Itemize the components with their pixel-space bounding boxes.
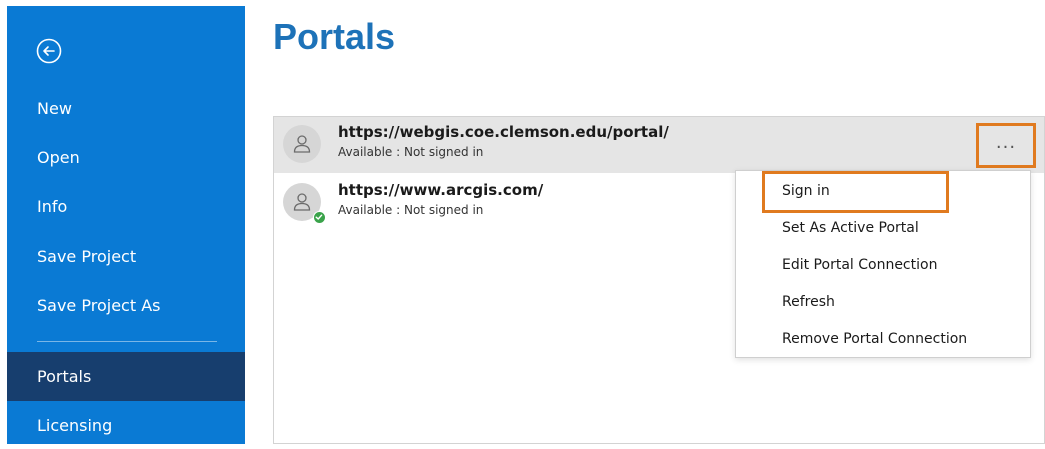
nav-item-portals[interactable]: Portals xyxy=(7,352,245,401)
menu-item-refresh[interactable]: Refresh xyxy=(736,284,1030,320)
menu-item-set-active-portal[interactable]: Set As Active Portal xyxy=(736,210,1030,246)
active-check-icon xyxy=(313,211,326,224)
nav-divider xyxy=(37,341,217,342)
portal-url: https://www.arcgis.com/ xyxy=(338,181,544,199)
portal-status: Available : Not signed in xyxy=(338,203,484,217)
nav-item-new[interactable]: New xyxy=(7,86,245,132)
nav-item-save-project-as[interactable]: Save Project As xyxy=(7,283,245,329)
nav-item-open[interactable]: Open xyxy=(7,135,245,181)
nav-item-info[interactable]: Info xyxy=(7,184,245,230)
ellipsis-icon: ... xyxy=(995,131,1017,153)
back-button[interactable] xyxy=(35,37,63,65)
portal-status: Available : Not signed in xyxy=(338,145,484,159)
backstage-sidebar: New Open Info Save Project Save Project … xyxy=(7,6,245,444)
portal-url: https://webgis.coe.clemson.edu/portal/ xyxy=(338,123,669,141)
more-options-button[interactable]: ... xyxy=(976,123,1036,168)
nav-item-save-project[interactable]: Save Project xyxy=(7,234,245,280)
portal-row[interactable]: https://webgis.coe.clemson.edu/portal/ A… xyxy=(274,117,1044,173)
user-icon xyxy=(293,135,311,153)
page-title: Portals xyxy=(273,16,396,57)
menu-item-remove-portal-connection[interactable]: Remove Portal Connection xyxy=(736,321,1030,357)
menu-item-edit-portal-connection[interactable]: Edit Portal Connection xyxy=(736,247,1030,283)
back-arrow-circle-icon xyxy=(36,38,62,64)
avatar xyxy=(283,125,321,163)
sign-in-highlight xyxy=(762,171,949,213)
nav-item-licensing[interactable]: Licensing xyxy=(7,403,245,449)
